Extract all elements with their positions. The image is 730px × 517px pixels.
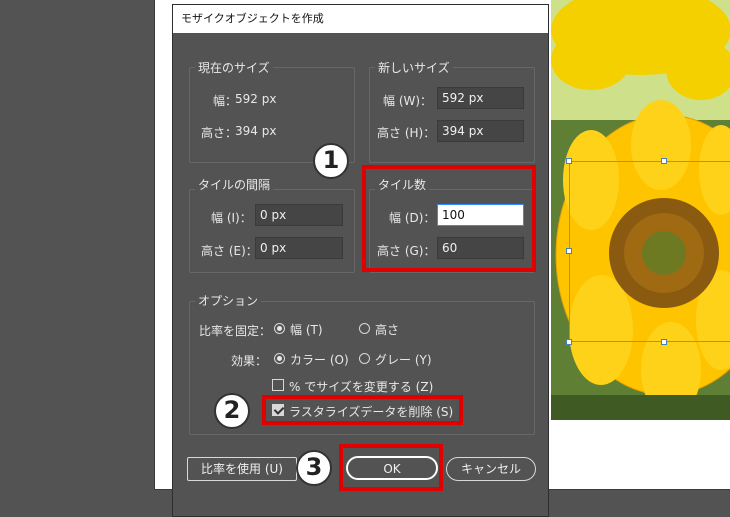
selection-handle[interactable]	[566, 339, 572, 345]
effect-color-radio[interactable]	[274, 353, 285, 364]
selection-bounding-box[interactable]	[569, 161, 730, 342]
ok-button-highlight	[339, 444, 443, 491]
current-width-value: 592 px	[235, 92, 277, 106]
ratio-width-radio[interactable]	[274, 323, 285, 334]
spacing-width-label: 幅 (I)：	[211, 211, 252, 225]
tile-spacing-legend: タイルの間隔	[195, 176, 274, 193]
new-width-label: 幅 (W)：	[383, 94, 433, 108]
ratio-height-label[interactable]: 高さ	[375, 321, 399, 338]
new-size-group	[369, 67, 535, 163]
callout-number-1: 1	[313, 143, 349, 179]
current-size-legend: 現在のサイズ	[195, 59, 273, 76]
spacing-width-field[interactable]: 0 px	[255, 204, 343, 226]
ratio-height-radio[interactable]	[359, 323, 370, 334]
current-height-label: 高さ：	[201, 126, 238, 140]
effect-color-label[interactable]: カラー (O)	[290, 351, 349, 368]
delete-raster-highlight	[262, 395, 463, 425]
selection-handle[interactable]	[661, 158, 667, 164]
selection-handle[interactable]	[661, 339, 667, 345]
current-width-label: 幅：	[213, 94, 238, 108]
percent-resize-checkbox[interactable]	[272, 379, 284, 391]
effect-label: 効果：	[231, 354, 268, 368]
callout-number-2: 2	[214, 393, 250, 429]
options-legend: オプション	[195, 292, 262, 309]
dialog-title: モザイクオブジェクトを作成	[173, 5, 548, 33]
ratio-width-label[interactable]: 幅 (T)	[290, 321, 323, 338]
cancel-button[interactable]: キャンセル	[446, 457, 536, 481]
spacing-height-label: 高さ (E)：	[201, 244, 258, 258]
ratio-lock-label: 比率を固定：	[199, 324, 272, 338]
selection-handle[interactable]	[566, 248, 572, 254]
use-ratio-button[interactable]: 比率を使用 (U)	[187, 457, 297, 481]
new-height-field[interactable]: 394 px	[437, 120, 524, 142]
selection-handle[interactable]	[566, 158, 572, 164]
callout-number-3: 3	[296, 450, 332, 486]
percent-resize-label[interactable]: % でサイズを変更する (Z)	[289, 378, 433, 395]
current-height-value: 394 px	[235, 124, 277, 138]
spacing-height-field[interactable]: 0 px	[255, 237, 343, 259]
tile-count-highlight	[362, 165, 536, 272]
new-height-label: 高さ (H)：	[377, 126, 436, 140]
effect-gray-label[interactable]: グレー (Y)	[375, 351, 432, 368]
new-size-legend: 新しいサイズ	[375, 59, 453, 76]
tile-spacing-group	[189, 189, 355, 273]
effect-gray-radio[interactable]	[359, 353, 370, 364]
new-width-field[interactable]: 592 px	[437, 87, 524, 109]
